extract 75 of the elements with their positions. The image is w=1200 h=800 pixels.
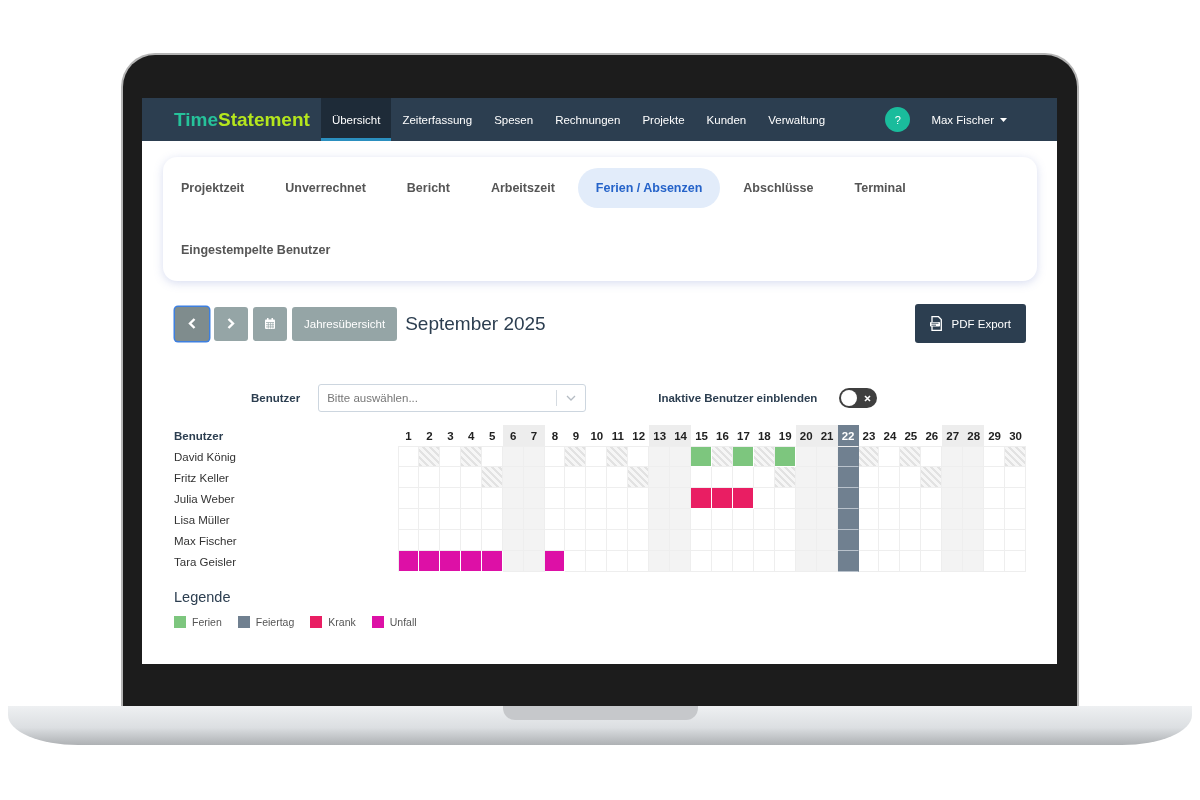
column-header: Benutzer <box>173 428 225 444</box>
day-number: 6 <box>502 425 524 446</box>
nav-item[interactable]: Verwaltung <box>757 98 837 141</box>
pdf-file-icon <box>929 316 943 331</box>
day-number: 10 <box>589 428 605 444</box>
day-number: 4 <box>467 428 476 444</box>
chevron-right-icon <box>227 318 235 329</box>
day-number: 19 <box>777 428 793 444</box>
legend-label: Ferien <box>192 616 222 628</box>
day-number: 23 <box>861 428 877 444</box>
user-name: Julia Weber <box>173 491 236 507</box>
day-number: 27 <box>942 425 964 446</box>
day-number: 17 <box>736 428 751 444</box>
tab[interactable]: Projektzeit <box>163 168 263 208</box>
chevron-down-icon <box>566 395 577 401</box>
cross-icon <box>864 394 872 402</box>
day-number: 2 <box>425 428 434 444</box>
day-number: 16 <box>715 428 730 444</box>
day-number: 18 <box>756 428 772 444</box>
tab[interactable]: Abschlüsse <box>725 168 832 208</box>
user-name: Fritz Keller <box>173 470 230 486</box>
nav-item[interactable]: Zeiterfassung <box>391 98 484 141</box>
day-number: 11 <box>610 428 625 444</box>
day-number: 25 <box>903 428 919 444</box>
day-number: 13 <box>649 425 671 446</box>
day-number: 15 <box>694 428 709 444</box>
app-logo: TimeStatement <box>174 108 310 131</box>
user-name: Lisa Müller <box>173 512 231 528</box>
toggle-label: Inaktive Benutzer einblenden <box>658 392 818 404</box>
nav-item[interactable]: Projekte <box>631 98 696 141</box>
tab[interactable]: Unverrechnet <box>267 168 384 208</box>
nav-item[interactable]: Kunden <box>695 98 758 141</box>
user-name: Max Fischer <box>173 533 238 549</box>
user-menu[interactable]: Max Fischer <box>931 113 1007 126</box>
day-number: 26 <box>924 428 940 444</box>
day-number: 12 <box>631 428 647 444</box>
day-number: 21 <box>816 425 838 446</box>
user-name: Tara Geisler <box>173 554 237 570</box>
next-button[interactable] <box>214 306 248 341</box>
day-number: 9 <box>571 428 581 444</box>
previous-button[interactable] <box>175 306 209 341</box>
pdf-export-button[interactable]: PDF Export <box>914 304 1026 343</box>
day-number: 22 <box>837 425 859 446</box>
nav-item[interactable]: Übersicht <box>320 98 392 141</box>
legend-label: Krank <box>328 616 356 628</box>
day-number: 1 <box>404 428 413 444</box>
tab[interactable]: Eingestempelte Benutzer <box>163 230 349 270</box>
caret-icon <box>1000 117 1007 122</box>
day-number: 20 <box>795 425 817 446</box>
filter-label: Benutzer <box>251 392 301 404</box>
day-number: 8 <box>550 428 560 444</box>
month-title: September 2025 <box>405 312 546 335</box>
day-number: 5 <box>488 428 497 444</box>
day-number: 3 <box>446 428 455 444</box>
calendar-icon <box>265 318 275 329</box>
day-number: 7 <box>523 425 545 446</box>
day-number: 30 <box>1008 428 1023 444</box>
tab[interactable]: Arbeitszeit <box>472 168 573 208</box>
nav-item[interactable]: Rechnungen <box>544 98 632 141</box>
nav-item[interactable]: Spesen <box>483 98 545 141</box>
user-name: David König <box>173 449 237 465</box>
day-number: 29 <box>987 428 1002 444</box>
user-select[interactable]: Bitte auswählen... <box>318 384 587 412</box>
toggle-switch[interactable] <box>839 388 878 408</box>
tab[interactable]: Ferien / Absenzen <box>577 168 721 208</box>
chevron-left-icon <box>188 318 196 329</box>
day-number: 24 <box>882 428 898 444</box>
legend-label: Unfall <box>389 616 417 628</box>
day-number: 28 <box>963 425 985 446</box>
legend-label: Feiertag <box>255 616 295 628</box>
tab[interactable]: Terminal <box>836 168 924 208</box>
tab[interactable]: Bericht <box>388 168 468 208</box>
legend-title: Legende <box>174 589 231 605</box>
day-number: 14 <box>670 425 692 446</box>
calendar-button[interactable] <box>253 306 287 341</box>
